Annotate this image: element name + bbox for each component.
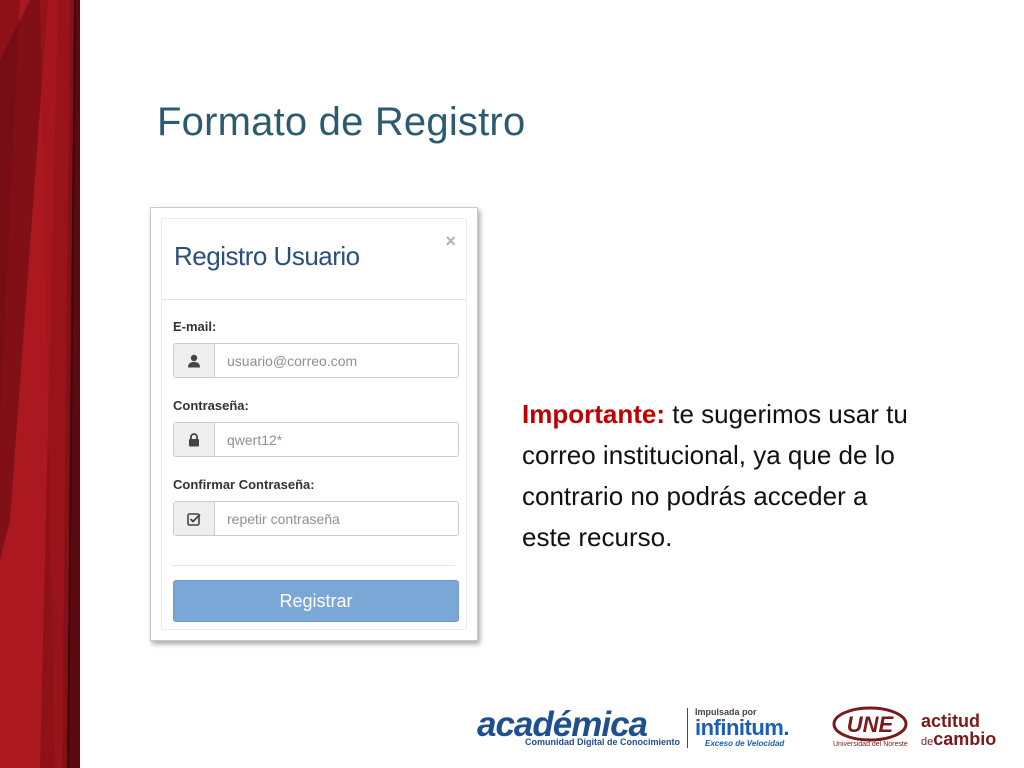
confirm-password-input-group	[173, 501, 459, 536]
close-icon[interactable]: ×	[445, 231, 456, 252]
modal-title: Registro Usuario	[174, 241, 360, 271]
email-input-group	[173, 343, 459, 378]
modal-header: Registro Usuario ×	[162, 219, 466, 300]
confirm-password-label: Confirmar Contraseña:	[173, 477, 315, 492]
actitud-de: de	[921, 736, 934, 748]
infinitum-wordmark: infinitum.	[695, 715, 789, 740]
modal-body: Registro Usuario × E-mail: Contraseña:	[161, 218, 467, 630]
registration-modal: Registro Usuario × E-mail: Contraseña:	[150, 207, 478, 641]
actitud-line1: actitud	[921, 711, 981, 731]
slide-title: Formato de Registro	[157, 100, 526, 144]
decorative-side-band	[0, 0, 80, 768]
user-icon	[174, 344, 215, 377]
important-note: Importante: te sugerimos usar tu correo …	[522, 394, 922, 558]
modal-divider	[173, 565, 455, 566]
infinitum-logo: Impulsada por infinitum. Exceso de Veloc…	[695, 707, 789, 748]
password-input-group	[173, 422, 459, 457]
email-input[interactable]	[215, 344, 458, 377]
password-label: Contraseña:	[173, 398, 249, 413]
actitud-cambio-logo: actitud decambio	[921, 712, 996, 751]
confirm-password-input[interactable]	[215, 502, 458, 535]
academica-logo: académica Comunidad Digital de Conocimie…	[477, 707, 680, 748]
note-emphasis: Importante:	[522, 399, 665, 429]
password-input[interactable]	[215, 423, 458, 456]
academica-tagline: Comunidad Digital de Conocimiento	[525, 737, 680, 747]
logo-separator	[687, 708, 688, 748]
actitud-line2: decambio	[921, 730, 996, 751]
lock-icon	[174, 423, 215, 456]
une-logo: UNE	[832, 706, 908, 750]
email-label: E-mail:	[173, 319, 217, 334]
actitud-cambio: cambio	[933, 729, 997, 749]
une-wordmark: UNE	[847, 712, 895, 737]
register-button[interactable]: Registrar	[173, 580, 459, 622]
check-square-icon	[174, 502, 215, 535]
infinitum-tagline: Exceso de Velocidad	[705, 739, 785, 748]
